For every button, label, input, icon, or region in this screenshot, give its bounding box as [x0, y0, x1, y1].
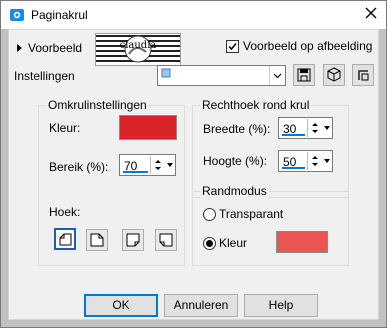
- corner-top-right-icon: [90, 233, 104, 247]
- corner-top-left-icon: [59, 233, 72, 246]
- stepper-arrows-icon: [155, 160, 161, 170]
- width-underline: [282, 134, 305, 136]
- corner-bottom-left-button[interactable]: [155, 229, 177, 251]
- stepper-arrows-icon: [312, 156, 318, 166]
- randomize-button[interactable]: [323, 64, 345, 86]
- corner-bottom-left-icon: [159, 233, 173, 247]
- thumbnail-image: claudia: [96, 34, 180, 65]
- dialog-body: Voorbeeld claudia Voorbeeld op afbeeldin…: [8, 29, 379, 320]
- range-dropdown[interactable]: [165, 156, 175, 174]
- edge-mode-title: Randmodus: [200, 184, 269, 198]
- corner-label: Hoek:: [49, 205, 81, 219]
- width-label: Breedte (%):: [203, 122, 271, 136]
- caret-down-icon: [324, 159, 330, 163]
- height-stepper[interactable]: [307, 152, 321, 170]
- preview-thumbnail: claudia: [95, 33, 181, 66]
- dialog-window: Paginakrul Voorbeeld claudia Voorbeeld o…: [0, 0, 387, 328]
- preview-on-image-checkbox[interactable]: [226, 40, 239, 53]
- settings-select[interactable]: [157, 65, 286, 86]
- close-icon[interactable]: [364, 6, 378, 20]
- stepper-arrows-icon: [312, 123, 318, 133]
- settings-label: Instellingen: [14, 69, 75, 83]
- reset-button[interactable]: [352, 64, 374, 86]
- range-spinner[interactable]: 70: [119, 154, 176, 176]
- title-bar: Paginakrul: [1, 1, 386, 29]
- range-stepper[interactable]: [150, 156, 164, 174]
- curl-color-swatch[interactable]: [119, 115, 177, 140]
- edge-color-label: Kleur: [219, 236, 248, 250]
- range-label: Bereik (%):: [49, 160, 109, 174]
- preview-on-image-label: Voorbeeld op afbeelding: [243, 39, 373, 53]
- random-icon: [327, 67, 341, 82]
- width-spinner[interactable]: 30: [278, 117, 333, 139]
- transparent-radio[interactable]: [203, 208, 216, 221]
- height-underline: [282, 167, 305, 169]
- height-label: Hoogte (%):: [203, 154, 268, 168]
- corner-bottom-right-icon: [126, 233, 140, 247]
- caret-down-icon: [324, 126, 330, 130]
- width-dropdown[interactable]: [322, 119, 332, 137]
- window-title: Paginakrul: [31, 8, 88, 22]
- color-radio[interactable]: [203, 237, 216, 250]
- help-button[interactable]: Help: [244, 294, 318, 317]
- preset-marker-icon: [161, 68, 171, 78]
- corner-top-left-button[interactable]: [54, 228, 76, 250]
- save-preset-icon: [297, 68, 311, 82]
- edge-color-swatch[interactable]: [276, 231, 328, 253]
- settings-dropdown[interactable]: [269, 66, 285, 85]
- corner-bottom-right-button[interactable]: [122, 229, 144, 251]
- height-spinner[interactable]: 50: [278, 150, 333, 172]
- transparent-label: Transparant: [219, 207, 284, 221]
- ok-button[interactable]: OK: [84, 294, 158, 317]
- check-icon: [228, 43, 237, 51]
- expand-arrow-icon[interactable]: [17, 44, 22, 52]
- range-underline: [123, 171, 148, 173]
- corner-top-right-button[interactable]: [86, 229, 108, 251]
- preview-label: Voorbeeld: [28, 41, 83, 55]
- edge-mode-group: Randmodus Transparant Kleur: [192, 184, 349, 266]
- curl-settings-title: Omkrulinstellingen: [46, 98, 149, 112]
- curl-color-label: Kleur:: [49, 121, 81, 135]
- thumbnail-text: claudia: [120, 40, 157, 51]
- width-stepper[interactable]: [307, 119, 321, 137]
- rectangle-title: Rechthoek rond krul: [200, 98, 312, 112]
- save-preset-button[interactable]: [293, 64, 315, 86]
- reset-icon: [358, 70, 369, 81]
- height-dropdown[interactable]: [322, 152, 332, 170]
- app-icon: [10, 9, 24, 21]
- cancel-button[interactable]: Annuleren: [164, 294, 238, 317]
- caret-down-icon: [167, 163, 173, 167]
- curl-settings-group: Omkrulinstellingen Kleur: Bereik (%): 70: [38, 98, 185, 266]
- chevron-down-icon: [273, 73, 282, 79]
